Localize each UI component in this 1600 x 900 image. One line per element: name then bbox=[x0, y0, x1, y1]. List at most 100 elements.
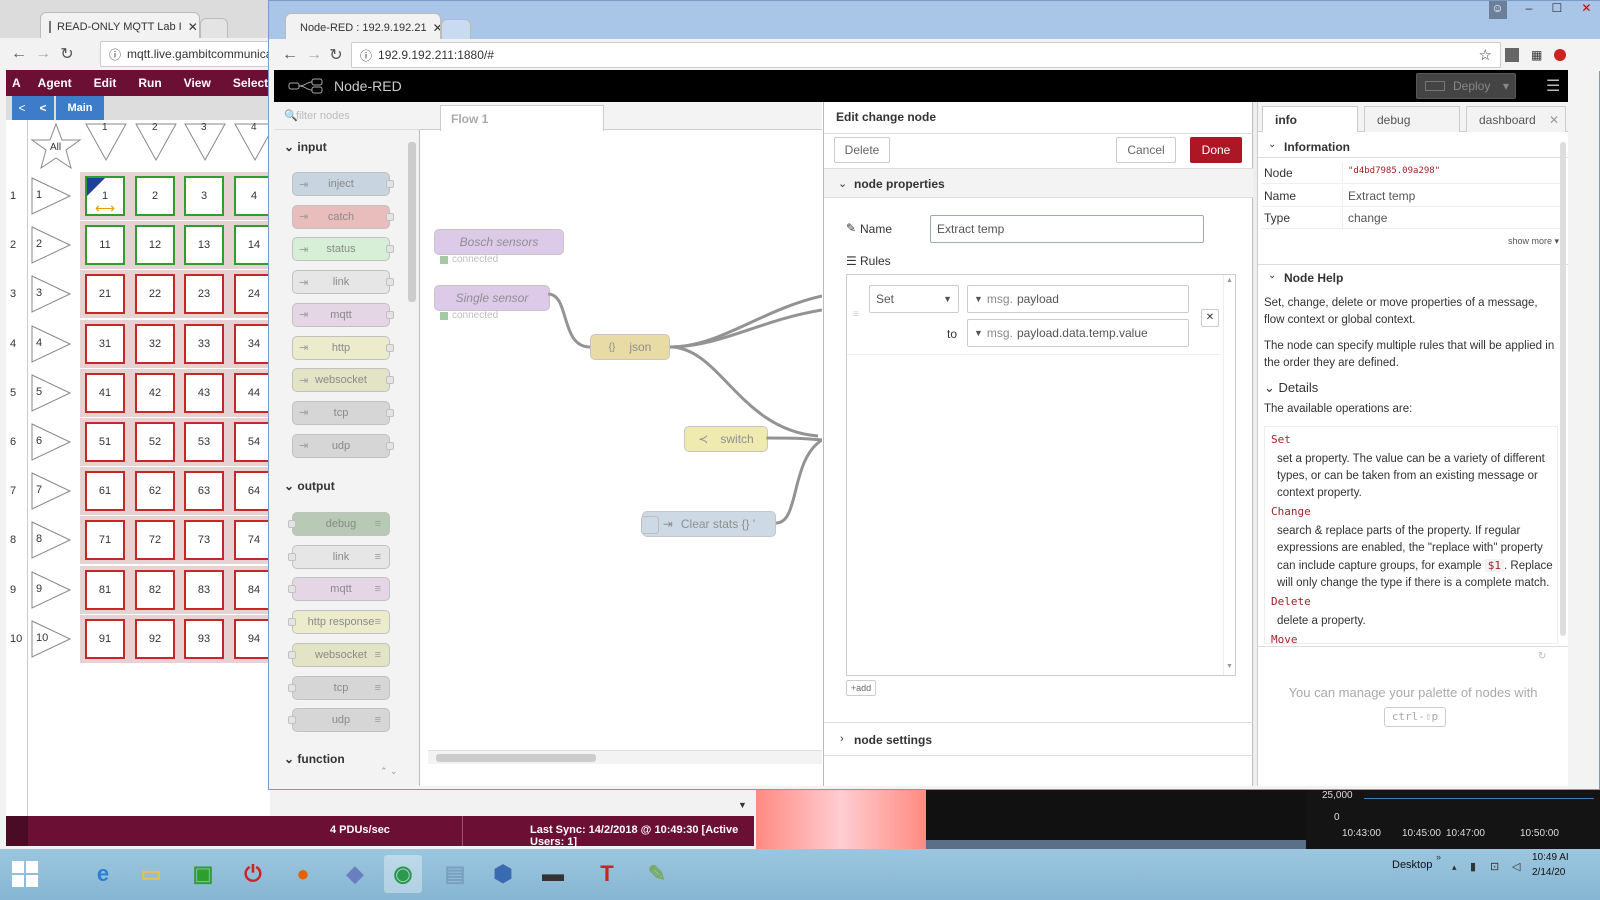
device-cell[interactable]: 72 bbox=[135, 520, 175, 561]
extension-icon[interactable] bbox=[1505, 48, 1519, 62]
taskbar-app-icon[interactable]: ◆ bbox=[336, 855, 374, 893]
desktop-toolbar[interactable]: Desktop bbox=[1392, 859, 1432, 871]
device-cell[interactable]: 91 bbox=[85, 618, 125, 659]
back-button[interactable]: < bbox=[32, 96, 54, 120]
cancel-button[interactable]: Cancel bbox=[1116, 137, 1176, 163]
information-header[interactable]: ⌄ Information bbox=[1258, 134, 1568, 158]
tab-dashboard[interactable]: dashboard ✕ bbox=[1466, 106, 1566, 132]
device-cell[interactable]: 92 bbox=[135, 618, 175, 659]
volume-icon[interactable]: ◁ bbox=[1512, 860, 1520, 873]
taskbar-ie-icon[interactable]: e bbox=[84, 855, 122, 893]
device-cell[interactable]: 63 bbox=[184, 471, 224, 512]
taskbar-power-app-icon[interactable]: ⏻ bbox=[234, 855, 272, 893]
device-cell[interactable]: 62 bbox=[135, 471, 175, 512]
reload-icon[interactable]: ↻ bbox=[56, 43, 78, 65]
device-cell[interactable]: 21 bbox=[85, 274, 125, 315]
device-cell[interactable]: 22 bbox=[135, 274, 175, 315]
action-center-icon[interactable]: ▮ bbox=[1470, 860, 1476, 873]
tray-expand-icon[interactable]: ▴ bbox=[1452, 862, 1457, 873]
scroll-left-icon[interactable]: < bbox=[12, 96, 32, 120]
device-cell[interactable]: 23 bbox=[184, 274, 224, 315]
device-cell[interactable]: 61 bbox=[85, 471, 125, 512]
maximize-icon[interactable]: ☐ bbox=[1551, 1, 1562, 19]
device-cell[interactable]: 81 bbox=[85, 569, 125, 610]
device-cell[interactable]: 32 bbox=[135, 323, 175, 364]
qr-icon[interactable]: ▦ bbox=[1531, 48, 1542, 62]
type-dropdown-icon[interactable]: ▼ bbox=[974, 328, 983, 338]
rules-scrollbar[interactable]: ▲ ▼ bbox=[1223, 275, 1235, 675]
show-more-link[interactable]: show more ▾ bbox=[1508, 236, 1559, 247]
deploy-button[interactable]: Deploy ▾ bbox=[1416, 73, 1516, 99]
reload-icon[interactable]: ↻ bbox=[325, 44, 347, 66]
palette-node-out-mqtt[interactable]: mqtt ≡ bbox=[288, 577, 390, 602]
taskbar-image-viewer-icon[interactable]: ▤ bbox=[436, 855, 474, 893]
clock-date[interactable]: 2/14/20 bbox=[1532, 867, 1600, 878]
menu-view[interactable]: View bbox=[173, 70, 222, 96]
taskbar-type-app-icon[interactable]: T bbox=[588, 855, 626, 893]
remove-rule-icon[interactable]: ✕ bbox=[1201, 309, 1219, 327]
minimize-icon[interactable]: – bbox=[1526, 1, 1533, 19]
palette-node-out-link[interactable]: link ≡ bbox=[288, 544, 390, 569]
palette-node-tcp[interactable]: ⇥ tcp bbox=[292, 400, 394, 425]
close-window-icon[interactable]: ✕ bbox=[1581, 1, 1591, 19]
clock-time[interactable]: 10:49 AI bbox=[1532, 852, 1600, 863]
device-cell[interactable]: 13 bbox=[184, 225, 224, 266]
flow-node-switch[interactable]: ≺ switch bbox=[684, 426, 768, 452]
palette-category-input[interactable]: ⌄ input bbox=[284, 140, 327, 154]
taskbar-firefox-icon[interactable]: ● bbox=[284, 855, 322, 893]
palette-node-out-debug[interactable]: debug ≡ bbox=[288, 512, 390, 536]
forward-icon[interactable]: → bbox=[32, 43, 54, 65]
menu-edit[interactable]: Edit bbox=[83, 70, 128, 96]
device-cell[interactable]: 82 bbox=[135, 569, 175, 610]
device-cell[interactable]: 71 bbox=[85, 520, 125, 561]
forward-icon[interactable]: → bbox=[303, 44, 325, 66]
palette-scrollbar[interactable] bbox=[408, 142, 416, 302]
device-cell[interactable]: 93 bbox=[184, 618, 224, 659]
delete-button[interactable]: Delete bbox=[834, 137, 890, 163]
palette-node-out-udp[interactable]: udp ≡ bbox=[288, 708, 390, 733]
filter-nodes-input[interactable]: filter nodes bbox=[296, 110, 350, 122]
flow-workspace[interactable]: Flow 1 Bosch sensors connected Single se… bbox=[420, 102, 822, 786]
device-cell[interactable]: 11 bbox=[85, 225, 125, 266]
extension-red-icon[interactable] bbox=[1554, 49, 1567, 61]
taskbar-file-explorer-icon[interactable]: ▭ bbox=[132, 855, 170, 893]
palette-node-out-websocket[interactable]: websocket ≡ bbox=[288, 642, 390, 667]
add-rule-button[interactable]: + add bbox=[846, 680, 876, 696]
new-tab-button[interactable] bbox=[200, 18, 228, 40]
scroll-down-icon[interactable]: ▼ bbox=[738, 800, 752, 814]
device-cell[interactable]: 53 bbox=[184, 422, 224, 462]
main-menu-icon[interactable]: ☰ bbox=[1546, 76, 1560, 96]
close-icon[interactable]: ✕ bbox=[1549, 113, 1559, 127]
palette-node-out-http-response[interactable]: http response ≡ bbox=[288, 610, 390, 635]
new-tab-button[interactable] bbox=[441, 19, 471, 41]
address-bar[interactable]: ⓘ 192.9.192.211:1880/# ☆ bbox=[351, 42, 1501, 68]
device-cell[interactable]: 43 bbox=[184, 372, 224, 413]
device-cell[interactable]: 83 bbox=[184, 569, 224, 610]
device-cell[interactable]: 2 bbox=[135, 176, 175, 216]
menu-run[interactable]: Run bbox=[127, 70, 172, 96]
taskbar-chrome-icon[interactable]: ◉ bbox=[384, 855, 422, 893]
device-cell[interactable]: 73 bbox=[184, 520, 224, 561]
node-help-header[interactable]: ⌄ Node Help bbox=[1258, 264, 1568, 288]
rule-value-input[interactable]: ▼ msg. payload.data.temp.value bbox=[967, 319, 1189, 347]
type-dropdown-icon[interactable]: ▼ bbox=[974, 294, 983, 304]
palette-category-function[interactable]: ⌄ function bbox=[284, 752, 345, 766]
device-cell[interactable]: 31 bbox=[85, 323, 125, 364]
back-icon[interactable]: ← bbox=[279, 44, 301, 66]
address-bar[interactable]: ⓘ mqtt.live.gambitcommunica bbox=[100, 41, 270, 67]
device-cell[interactable]: 3 bbox=[184, 176, 224, 216]
flow-node-bosch-sensors[interactable]: Bosch sensors bbox=[434, 229, 564, 255]
user-icon[interactable]: ☺ bbox=[1488, 1, 1507, 19]
flow-node-clear-stats[interactable]: ⇥ Clear stats {} ' bbox=[641, 511, 776, 537]
palette-node-http[interactable]: ⇥ http bbox=[292, 335, 394, 360]
sidebar-scrollbar[interactable] bbox=[1560, 142, 1566, 636]
tab-main[interactable]: Main bbox=[56, 96, 104, 120]
network-icon[interactable]: ⊡ bbox=[1490, 860, 1499, 873]
device-cell[interactable]: 51 bbox=[85, 422, 125, 462]
refresh-tip-icon[interactable]: ↻ bbox=[1538, 651, 1546, 662]
device-cell[interactable]: 33 bbox=[184, 323, 224, 364]
rule-action-select[interactable]: Set ▼ bbox=[869, 285, 959, 313]
tab-info[interactable]: info bbox=[1262, 106, 1358, 132]
flow-node-json[interactable]: {} json bbox=[590, 334, 670, 360]
rule-property-input[interactable]: ▼ msg. payload bbox=[967, 285, 1189, 313]
